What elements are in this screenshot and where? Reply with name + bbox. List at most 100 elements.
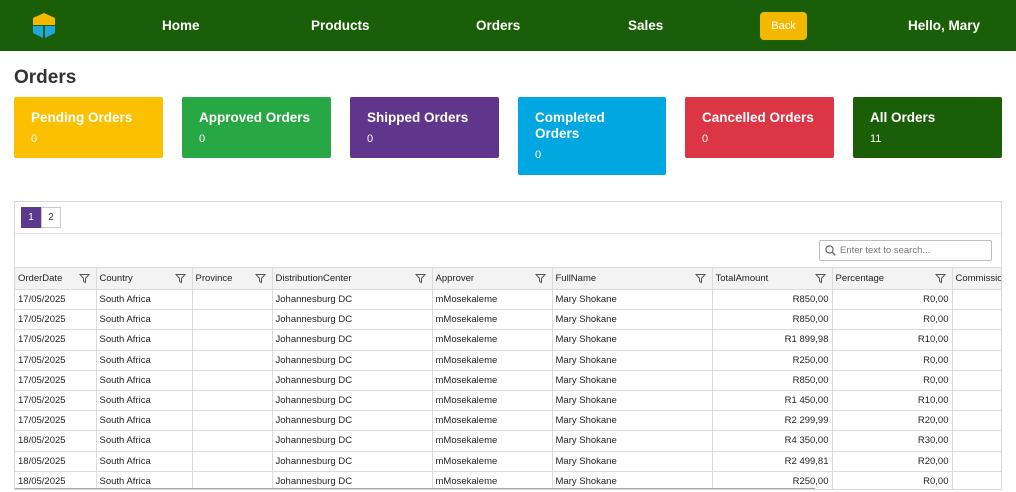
filter-icon[interactable] <box>254 273 266 284</box>
cell-fullname: Mary Shokane <box>552 350 713 371</box>
cell-commission <box>952 309 1001 331</box>
cell-totalamount: R2 499,81 <box>712 451 833 472</box>
table-row[interactable]: 17/05/2025 South Africa Johannesburg DC mMo… <box>15 350 1001 371</box>
table-row[interactable]: 17/05/2025 South Africa Johannesburg DC mMo… <box>15 390 1001 412</box>
column-title: Commissio <box>955 273 1002 284</box>
table-row[interactable]: 17/05/2025 South Africa Johannesburg DC mMo… <box>15 289 1001 311</box>
page-2-button[interactable]: 2 <box>41 207 61 228</box>
column-header-orderdate[interactable]: OrderDate <box>15 267 97 290</box>
cell-approver: mMosekaleme <box>432 451 553 472</box>
table-row[interactable]: 17/05/2025 South Africa Johannesburg DC mMo… <box>15 329 1001 351</box>
filter-icon[interactable] <box>414 273 426 284</box>
card-count: 0 <box>702 133 709 145</box>
horizontal-scrollbar[interactable] <box>15 488 815 489</box>
cell-province <box>192 430 273 452</box>
cell-totalamount: R1 899,98 <box>712 329 833 351</box>
top-navbar: Home Products Orders Sales Back Hello, M… <box>0 0 1016 51</box>
column-header-province[interactable]: Province <box>192 267 273 290</box>
cancelled-orders-card[interactable]: Cancelled Orders 0 <box>685 97 834 158</box>
card-count: 0 <box>535 149 542 161</box>
cell-commission <box>952 329 1001 351</box>
cell-orderdate: 17/05/2025 <box>15 289 97 311</box>
shipped-orders-card[interactable]: Shipped Orders 0 <box>350 97 499 158</box>
card-count: 11 <box>870 133 882 145</box>
cell-orderdate: 17/05/2025 <box>15 350 97 371</box>
cell-orderdate: 17/05/2025 <box>15 329 97 351</box>
cell-province <box>192 289 273 311</box>
cell-percentage: R0,00 <box>832 370 953 391</box>
cell-percentage: R0,00 <box>832 471 953 489</box>
back-button[interactable]: Back <box>760 12 807 40</box>
filter-icon[interactable] <box>534 273 546 284</box>
cell-fullname: Mary Shokane <box>552 390 713 412</box>
column-header-fullname[interactable]: FullName <box>552 267 713 290</box>
search-input[interactable] <box>840 245 980 256</box>
cell-commission <box>952 390 1001 412</box>
cell-country: South Africa <box>96 370 193 391</box>
completed-orders-card[interactable]: Completed Orders 0 <box>518 97 666 175</box>
cell-totalamount: R2 299,99 <box>712 410 833 432</box>
approved-orders-card[interactable]: Approved Orders 0 <box>182 97 331 158</box>
table-row[interactable]: 18/05/2025 South Africa Johannesburg DC mMo… <box>15 451 1001 472</box>
all-orders-card[interactable]: All Orders 11 <box>853 97 1002 158</box>
page-title: Orders <box>14 67 77 88</box>
nav-products-link[interactable]: Products <box>311 18 370 34</box>
column-header-distributioncenter[interactable]: DistributionCenter <box>272 267 433 290</box>
cell-orderdate: 17/05/2025 <box>15 410 97 432</box>
filter-icon[interactable] <box>814 273 826 284</box>
cell-distributioncenter: Johannesburg DC <box>272 289 433 311</box>
cell-commission <box>952 451 1001 472</box>
column-header-commission[interactable]: Commissio <box>952 267 1002 290</box>
cell-fullname: Mary Shokane <box>552 451 713 472</box>
cell-percentage: R0,00 <box>832 289 953 311</box>
card-count: 0 <box>367 133 374 145</box>
column-title: DistributionCenter <box>275 273 352 284</box>
column-title: Percentage <box>835 273 885 284</box>
pager: 1 2 <box>21 207 61 228</box>
search-box[interactable] <box>819 240 992 261</box>
cell-totalamount: R4 350,00 <box>712 430 833 452</box>
column-title: TotalAmount <box>715 273 769 284</box>
table-row[interactable]: 17/05/2025 South Africa Johannesburg DC mMo… <box>15 410 1001 432</box>
app-logo-icon[interactable] <box>32 12 56 39</box>
table-row[interactable]: 17/05/2025 South Africa Johannesburg DC mMo… <box>15 309 1001 331</box>
cell-commission <box>952 370 1001 391</box>
filter-icon[interactable] <box>694 273 706 284</box>
cell-province <box>192 390 273 412</box>
card-label: All Orders <box>870 110 936 125</box>
nav-sales-link[interactable]: Sales <box>628 18 663 34</box>
cell-approver: mMosekaleme <box>432 289 553 311</box>
orders-table: OrderDate Country Province DistributionC… <box>15 267 1002 489</box>
column-title: Province <box>195 273 233 284</box>
cell-country: South Africa <box>96 390 193 412</box>
cell-country: South Africa <box>96 350 193 371</box>
cell-country: South Africa <box>96 289 193 311</box>
cell-percentage: R10,00 <box>832 329 953 351</box>
filter-icon[interactable] <box>174 273 186 284</box>
nav-home-link[interactable]: Home <box>162 18 200 34</box>
orders-grid: 1 2 OrderDate Country Province Distribut… <box>14 201 1002 490</box>
cell-distributioncenter: Johannesburg DC <box>272 309 433 331</box>
cell-distributioncenter: Johannesburg DC <box>272 329 433 351</box>
column-title: FullName <box>555 273 597 284</box>
column-header-country[interactable]: Country <box>96 267 193 290</box>
user-greeting[interactable]: Hello, Mary <box>908 18 980 34</box>
cell-commission <box>952 350 1001 371</box>
column-header-percentage[interactable]: Percentage <box>832 267 953 290</box>
filter-icon[interactable] <box>78 273 90 284</box>
pending-orders-card[interactable]: Pending Orders 0 <box>14 97 163 158</box>
table-row[interactable]: 17/05/2025 South Africa Johannesburg DC mMo… <box>15 370 1001 391</box>
cell-province <box>192 309 273 331</box>
cell-approver: mMosekaleme <box>432 370 553 391</box>
cell-percentage: R0,00 <box>832 350 953 371</box>
table-row[interactable]: 18/05/2025 South Africa Johannesburg DC mMo… <box>15 430 1001 452</box>
cell-totalamount: R850,00 <box>712 309 833 331</box>
cell-orderdate: 17/05/2025 <box>15 390 97 412</box>
toolbar-divider <box>15 233 1001 234</box>
column-header-approver[interactable]: Approver <box>432 267 553 290</box>
column-header-totalamount[interactable]: TotalAmount <box>712 267 833 290</box>
page-1-button[interactable]: 1 <box>21 207 41 228</box>
column-title: Country <box>99 273 133 284</box>
filter-icon[interactable] <box>934 273 946 284</box>
nav-orders-link[interactable]: Orders <box>476 18 520 34</box>
